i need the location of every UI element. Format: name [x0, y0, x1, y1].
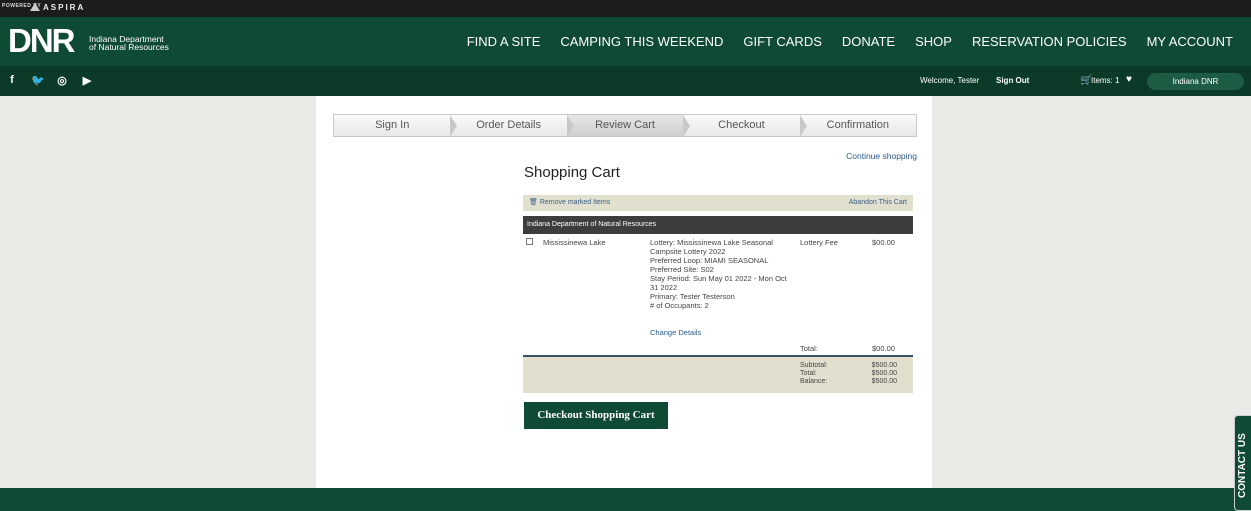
facebook-icon[interactable]: f: [6, 74, 18, 87]
cart-content: Sign In Order Details Review Cart Checko…: [316, 96, 932, 488]
cart-items-count[interactable]: Items: 1: [1091, 76, 1119, 85]
top-strip: POWERED BY ASPIRA: [0, 0, 1251, 17]
dnr-logo[interactable]: DNR: [8, 24, 75, 57]
footer: [0, 488, 1251, 511]
main-header: DNR Indiana Department of Natural Resour…: [0, 17, 1251, 66]
fee-label: Lottery Fee: [800, 238, 838, 247]
trash-icon: 🗑: [529, 199, 538, 206]
nav-reservation-policies[interactable]: RESERVATION POLICIES: [972, 34, 1127, 49]
page-title: Shopping Cart: [524, 164, 620, 181]
checkout-steps: Sign In Order Details Review Cart Checko…: [333, 114, 917, 137]
aspira-logo: ASPIRA: [30, 3, 85, 12]
fee-amount: $00.00: [872, 238, 895, 247]
sign-out-link[interactable]: Sign Out: [996, 76, 1029, 85]
change-details-link[interactable]: Change Details: [650, 328, 701, 337]
nav-camping-this-weekend[interactable]: CAMPING THIS WEEKEND: [560, 34, 723, 49]
step-order-details: Order Details: [450, 115, 575, 137]
nav-find-a-site[interactable]: FIND A SITE: [467, 34, 541, 49]
nav-shop[interactable]: SHOP: [915, 34, 952, 49]
item-name: Mississinewa Lake: [543, 238, 606, 247]
step-confirmation: Confirmation: [826, 119, 889, 131]
social-links: f 🐦 ◎ ▶: [6, 74, 93, 87]
continue-shopping-link[interactable]: Continue shopping: [846, 151, 917, 161]
remove-marked-items[interactable]: 🗑 Remove marked Items: [529, 195, 610, 211]
nav-donate[interactable]: DONATE: [842, 34, 895, 49]
twitter-icon[interactable]: 🐦: [31, 74, 45, 87]
heart-icon[interactable]: ♥: [1126, 74, 1132, 85]
nav-my-account[interactable]: MY ACCOUNT: [1147, 34, 1233, 49]
item-checkbox[interactable]: [526, 238, 533, 245]
organization-header: Indiana Department of Natural Resources: [523, 216, 913, 234]
cart-actions-bar: 🗑 Remove marked Items Abandon This Cart: [523, 195, 913, 211]
order-summary: Subtotal: Total: Balance: $500.00 $500.0…: [523, 357, 913, 393]
item-total-amount: $00.00: [872, 344, 895, 353]
item-details: Lottery: Mississinewa Lake Seasonal Camp…: [650, 238, 787, 310]
step-checkout: Checkout: [683, 115, 808, 137]
summary-values: $500.00 $500.00 $500.00: [871, 362, 897, 385]
item-total-label: Total:: [800, 344, 818, 353]
abandon-cart-link[interactable]: Abandon This Cart: [849, 195, 907, 211]
welcome-text: Welcome, Tester: [920, 76, 980, 85]
sub-header: f 🐦 ◎ ▶ Welcome, Tester Sign Out 🛒 Items…: [0, 66, 1251, 96]
step-sign-in: Sign In: [334, 115, 458, 137]
contact-us-label: CONTACT US: [1237, 433, 1248, 498]
main-nav: FIND A SITE CAMPING THIS WEEKEND GIFT CA…: [467, 34, 1233, 49]
step-review-cart: Review Cart: [566, 115, 691, 137]
summary-labels: Subtotal: Total: Balance:: [800, 362, 828, 385]
nav-gift-cards[interactable]: GIFT CARDS: [743, 34, 822, 49]
aspira-icon: [30, 3, 40, 11]
contact-us-tab[interactable]: CONTACT US: [1234, 415, 1251, 511]
dnr-logo-subtitle: Indiana Department of Natural Resources: [89, 34, 169, 52]
instagram-icon[interactable]: ◎: [56, 74, 68, 87]
checkout-button[interactable]: Checkout Shopping Cart: [524, 402, 668, 429]
youtube-icon[interactable]: ▶: [81, 74, 93, 87]
agency-button[interactable]: Indiana DNR: [1147, 73, 1244, 90]
